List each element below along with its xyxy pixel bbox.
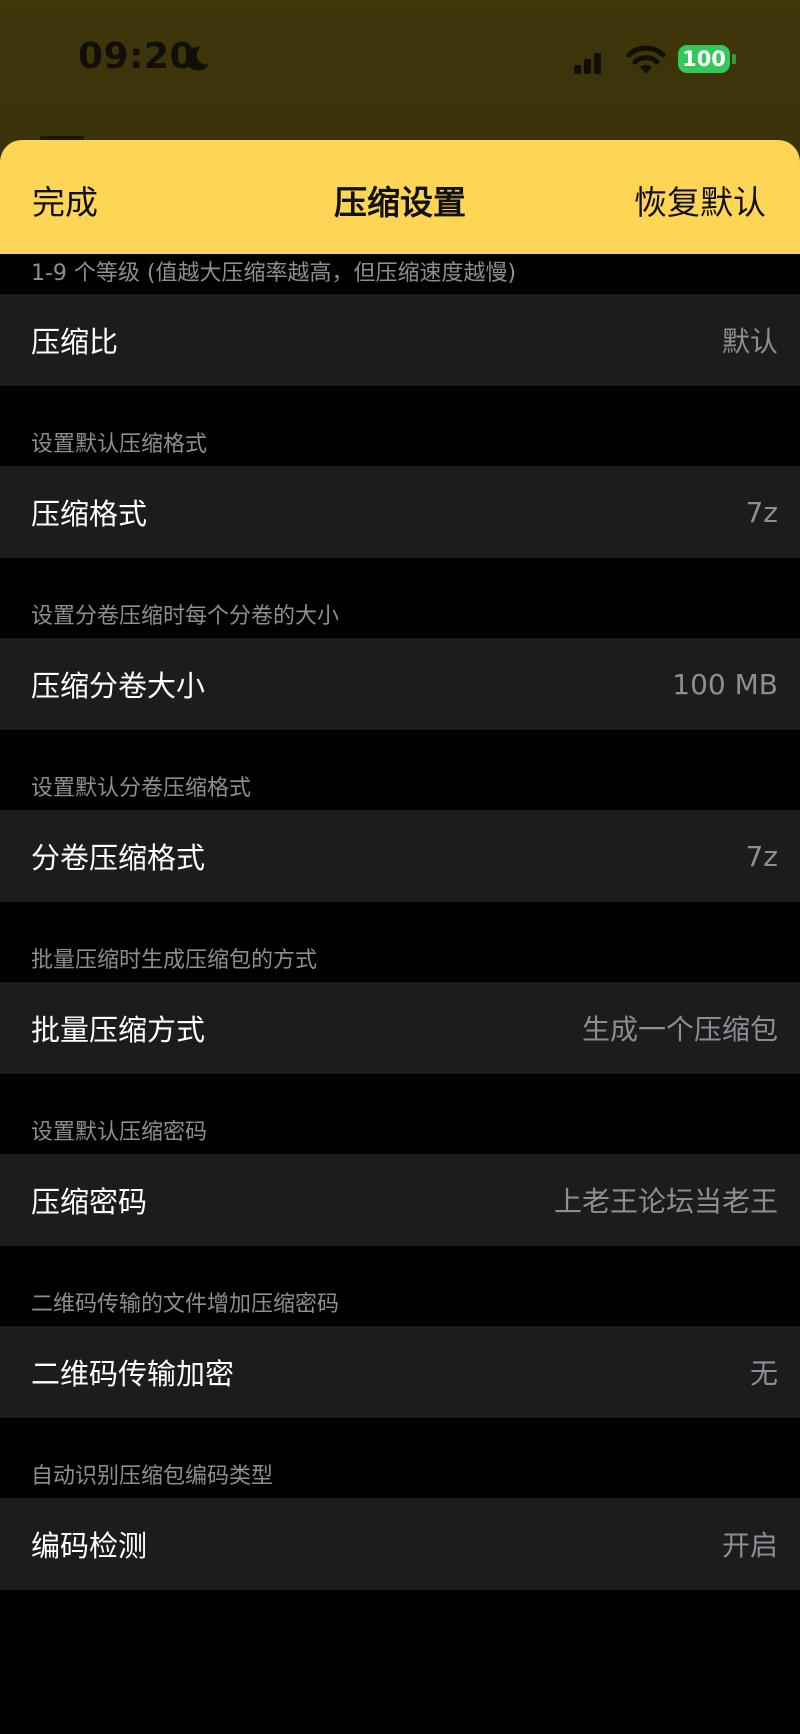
setting-row-volume-size[interactable]: 压缩分卷大小 100 MB <box>0 638 800 730</box>
battery-icon: 100 <box>678 45 730 73</box>
setting-label: 批量压缩方式 <box>31 1013 206 1047</box>
setting-row-volume-format[interactable]: 分卷压缩格式 7z <box>0 810 800 902</box>
setting-value: 上老王论坛当老王 <box>553 1185 778 1218</box>
setting-label: 压缩分卷大小 <box>31 669 206 703</box>
section-header-password: 设置默认压缩密码 <box>31 1120 208 1145</box>
setting-value: 100 MB <box>672 667 778 701</box>
restore-defaults-button[interactable]: 恢复默认 <box>634 176 766 224</box>
setting-row-encoding-detection[interactable]: 编码检测 开启 <box>0 1498 800 1590</box>
setting-row-compression-format[interactable]: 压缩格式 7z <box>0 466 800 558</box>
setting-label: 压缩密码 <box>31 1185 148 1219</box>
setting-label: 压缩格式 <box>31 497 148 531</box>
setting-value: 7z <box>745 839 778 873</box>
status-time: 09:20 <box>78 36 196 77</box>
setting-label: 二维码传输加密 <box>31 1357 235 1391</box>
setting-label: 压缩比 <box>31 325 119 359</box>
section-header-qr-encryption: 二维码传输的文件增加压缩密码 <box>31 1292 340 1317</box>
setting-label: 编码检测 <box>31 1529 148 1563</box>
section-header-volume-size: 设置分卷压缩时每个分卷的大小 <box>31 604 340 629</box>
setting-value: 无 <box>749 1357 778 1390</box>
section-header-batch-mode: 批量压缩时生成压缩包的方式 <box>31 948 318 973</box>
section-header-encoding-detection: 自动识别压缩包编码类型 <box>31 1464 274 1489</box>
section-header-compression-ratio: 1-9 个等级 (值越大压缩率越高，但压缩速度越慢) <box>31 261 517 286</box>
section-header-compression-format: 设置默认压缩格式 <box>31 432 208 457</box>
setting-value: 7z <box>745 495 778 529</box>
setting-value: 默认 <box>721 325 778 358</box>
wifi-icon <box>626 45 666 74</box>
setting-row-compression-ratio[interactable]: 压缩比 默认 <box>0 294 800 386</box>
compression-settings-sheet: 完成 压缩设置 恢复默认 1-9 个等级 (值越大压缩率越高，但压缩速度越慢) … <box>0 140 800 1734</box>
moon-icon <box>186 46 209 71</box>
settings-screen: 09:20 100 完成 压缩设置 恢复默认 1-9 个等级 (值越大压缩率越高… <box>0 0 800 1734</box>
setting-value: 开启 <box>721 1529 778 1562</box>
status-bar: 09:20 100 <box>0 0 800 120</box>
cellular-signal-icon <box>574 47 611 74</box>
navigation-bar: 完成 压缩设置 恢复默认 <box>0 140 800 254</box>
done-button[interactable]: 完成 <box>32 176 98 224</box>
setting-label: 分卷压缩格式 <box>31 841 206 875</box>
setting-row-password[interactable]: 压缩密码 上老王论坛当老王 <box>0 1154 800 1246</box>
battery-tip <box>732 54 736 64</box>
section-header-volume-format: 设置默认分卷压缩格式 <box>31 776 252 801</box>
setting-value: 生成一个压缩包 <box>581 1013 778 1046</box>
setting-row-batch-mode[interactable]: 批量压缩方式 生成一个压缩包 <box>0 982 800 1074</box>
setting-row-qr-encryption[interactable]: 二维码传输加密 无 <box>0 1326 800 1418</box>
